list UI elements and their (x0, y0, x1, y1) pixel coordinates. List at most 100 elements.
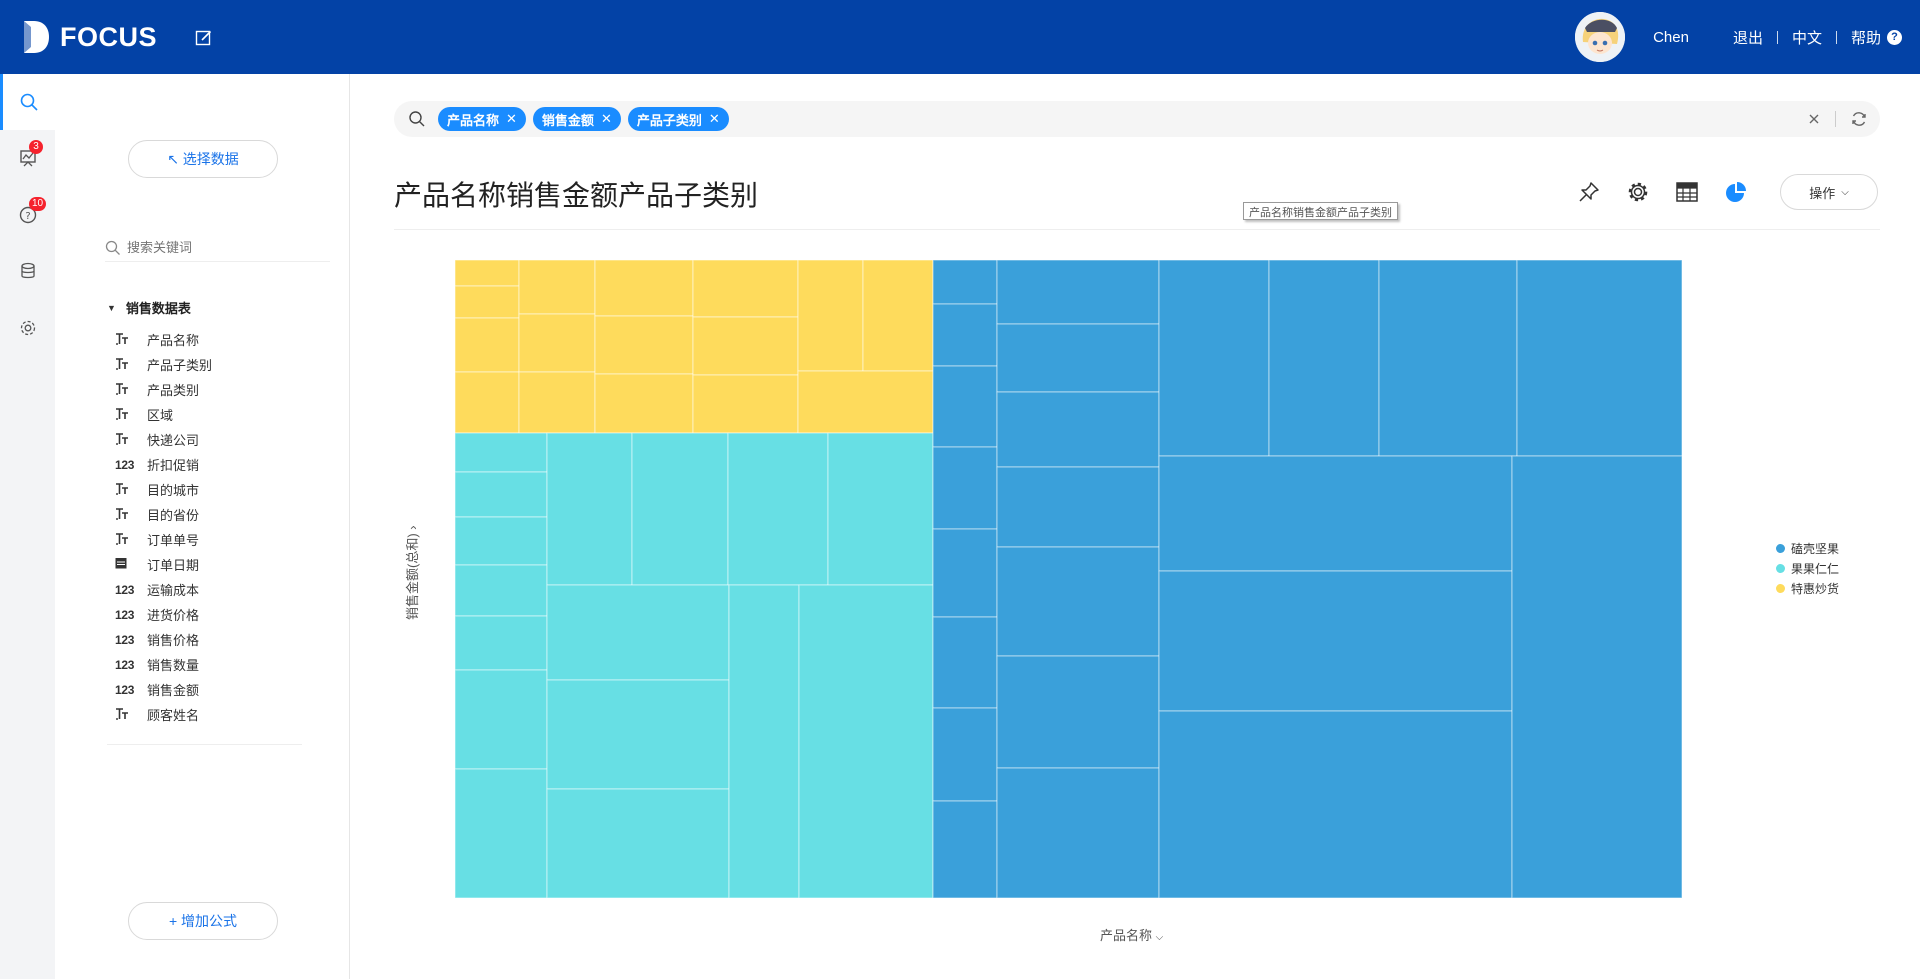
remove-chip-icon[interactable]: ✕ (709, 111, 720, 127)
chart-type-button[interactable] (1722, 178, 1750, 206)
treemap-cell-nuts-kernels[interactable] (798, 584, 934, 899)
field-item[interactable]: 123 销售数量 (115, 652, 345, 677)
settings-button[interactable] (1624, 178, 1652, 206)
treemap-cell-special-snacks[interactable] (518, 371, 596, 434)
treemap-cell-nuts-kernels[interactable] (454, 432, 548, 473)
treemap-cell-shell-nuts[interactable] (1516, 259, 1683, 457)
legend-item[interactable]: 特惠炒货 (1776, 578, 1839, 598)
rail-database[interactable] (0, 243, 55, 299)
pin-button[interactable] (1575, 178, 1603, 206)
treemap-cell-nuts-kernels[interactable] (827, 432, 934, 586)
treemap-cell-nuts-kernels[interactable] (728, 584, 800, 899)
treemap-cell-shell-nuts[interactable] (1158, 710, 1513, 899)
treemap-cell-shell-nuts[interactable] (996, 767, 1160, 899)
treemap-cell-nuts-kernels[interactable] (546, 432, 633, 586)
field-search-input[interactable] (127, 240, 307, 255)
edit-icon[interactable] (194, 28, 214, 48)
treemap-cell-nuts-kernels[interactable] (454, 669, 548, 770)
treemap-cell-nuts-kernels[interactable] (631, 432, 729, 586)
rail-settings[interactable] (0, 300, 55, 356)
treemap-cell-nuts-kernels[interactable] (454, 516, 548, 566)
treemap-cell-shell-nuts[interactable] (1158, 570, 1513, 712)
x-axis-label[interactable]: 产品名称 ⌵ (1100, 925, 1163, 944)
field-item[interactable]: 123 折扣促销 (115, 452, 345, 477)
help-link[interactable]: 帮助 ? (1837, 27, 1920, 48)
treemap-cell-nuts-kernels[interactable] (454, 768, 548, 899)
treemap-cell-shell-nuts[interactable] (996, 466, 1160, 548)
treemap-cell-special-snacks[interactable] (594, 259, 694, 317)
rail-help[interactable]: ? 10 (0, 187, 55, 243)
close-icon[interactable] (1807, 112, 1821, 126)
treemap-cell-shell-nuts[interactable] (1511, 455, 1683, 899)
treemap-cell-special-snacks[interactable] (518, 313, 596, 373)
treemap-cell-shell-nuts[interactable] (932, 259, 998, 305)
query-chip[interactable]: 销售金额 ✕ (532, 107, 621, 131)
field-item[interactable]: 123 销售金额 (115, 677, 345, 702)
field-item[interactable]: 123 进货价格 (115, 602, 345, 627)
legend-item[interactable]: 磕壳坚果 (1776, 538, 1839, 558)
query-chip[interactable]: 产品子类别 ✕ (627, 107, 729, 131)
field-item[interactable]: 产品子类别 (115, 352, 345, 377)
add-formula-button[interactable]: + 增加公式 (128, 902, 278, 940)
user-name[interactable]: Chen (1639, 29, 1719, 46)
field-item[interactable]: 目的省份 (115, 502, 345, 527)
search-query-bar[interactable]: 产品名称 ✕ 销售金额 ✕ 产品子类别 ✕ (394, 101, 1880, 137)
treemap-cell-special-snacks[interactable] (692, 316, 799, 376)
logout-link[interactable]: 退出 (1719, 27, 1777, 48)
query-chip[interactable]: 产品名称 ✕ (438, 107, 526, 131)
treemap-cell-shell-nuts[interactable] (996, 655, 1160, 769)
treemap-cell-shell-nuts[interactable] (996, 259, 1160, 325)
legend-item[interactable]: 果果仁仁 (1776, 558, 1839, 578)
field-item[interactable]: 订单单号 (115, 527, 345, 552)
field-item[interactable]: 123 销售价格 (115, 627, 345, 652)
treemap-cell-nuts-kernels[interactable] (546, 788, 730, 899)
field-item[interactable]: 目的城市 (115, 477, 345, 502)
field-item[interactable]: 订单日期 (115, 552, 345, 577)
treemap-cell-shell-nuts[interactable] (932, 446, 998, 530)
treemap-cell-shell-nuts[interactable] (932, 303, 998, 367)
treemap-cell-shell-nuts[interactable] (932, 365, 998, 448)
field-search[interactable] (105, 234, 330, 262)
select-data-button[interactable]: ↖ 选择数据 (128, 140, 278, 178)
language-link[interactable]: 中文 (1778, 27, 1836, 48)
treemap-cell-special-snacks[interactable] (454, 317, 520, 373)
treemap-cell-shell-nuts[interactable] (932, 616, 998, 709)
table-view-button[interactable] (1673, 178, 1701, 206)
treemap-cell-special-snacks[interactable] (797, 370, 934, 434)
treemap-cell-shell-nuts[interactable] (1158, 259, 1270, 457)
treemap-cell-nuts-kernels[interactable] (546, 584, 730, 681)
treemap-cell-shell-nuts[interactable] (1378, 259, 1518, 457)
treemap-cell-shell-nuts[interactable] (996, 546, 1160, 657)
rail-pinboard[interactable]: 3 (0, 130, 55, 186)
remove-chip-icon[interactable]: ✕ (601, 111, 612, 127)
operations-button[interactable]: 操作 ⌵ (1780, 174, 1878, 210)
treemap-cell-shell-nuts[interactable] (1158, 455, 1513, 572)
field-item[interactable]: 快递公司 (115, 427, 345, 452)
treemap-cell-special-snacks[interactable] (862, 259, 934, 372)
treemap-cell-shell-nuts[interactable] (996, 391, 1160, 468)
treemap-cell-shell-nuts[interactable] (996, 323, 1160, 393)
treemap-cell-special-snacks[interactable] (692, 374, 799, 434)
treemap-cell-nuts-kernels[interactable] (454, 471, 548, 518)
treemap-cell-special-snacks[interactable] (692, 259, 799, 318)
treemap-cell-shell-nuts[interactable] (1268, 259, 1380, 457)
treemap-cell-special-snacks[interactable] (797, 259, 864, 372)
field-item[interactable]: 123 运输成本 (115, 577, 345, 602)
y-axis-label[interactable]: 销售金额(总和) › (402, 525, 421, 620)
treemap-cell-shell-nuts[interactable] (932, 800, 998, 899)
refresh-icon[interactable] (1850, 110, 1868, 128)
field-item[interactable]: 区域 (115, 402, 345, 427)
treemap-cell-shell-nuts[interactable] (932, 528, 998, 618)
treemap-cell-special-snacks[interactable] (594, 315, 694, 375)
remove-chip-icon[interactable]: ✕ (506, 111, 517, 127)
treemap-cell-nuts-kernels[interactable] (454, 615, 548, 671)
field-item[interactable]: 产品类别 (115, 377, 345, 402)
treemap-cell-special-snacks[interactable] (594, 373, 694, 434)
field-item[interactable]: 产品名称 (115, 327, 345, 352)
treemap-cell-special-snacks[interactable] (454, 259, 520, 287)
app-logo[interactable]: FOCUS (20, 19, 157, 55)
treemap-cell-nuts-kernels[interactable] (454, 564, 548, 617)
avatar[interactable] (1575, 12, 1626, 62)
treemap-cell-shell-nuts[interactable] (932, 707, 998, 802)
treemap-cell-special-snacks[interactable] (454, 371, 520, 434)
